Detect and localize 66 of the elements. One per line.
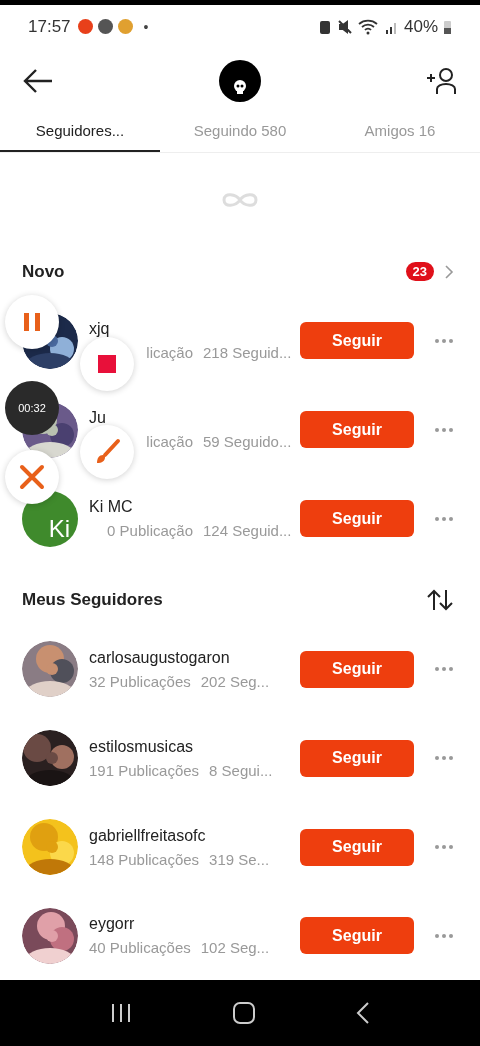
add-friend-icon[interactable] [426,66,458,95]
loading-icon [221,190,259,210]
battery-icon [443,18,452,35]
follow-button[interactable]: Seguir [300,828,414,866]
follower-count: 59 Seguido... [203,433,292,451]
user-name: Ju [89,409,107,428]
follower-count: 319 Se... [209,850,270,868]
user-name: Ki MC [89,498,134,517]
follower-count: 8 Segui... [209,761,273,779]
section-title: Meus Seguidores [22,589,164,610]
app-notification-icon [77,19,93,35]
more-icon[interactable] [434,666,454,673]
user-name: eygorr [89,915,136,934]
more-icon[interactable] [434,515,454,522]
chevron-right-icon[interactable] [444,263,454,280]
tab[interactable]: Seguidores... [0,110,160,153]
notification-dot: • [143,18,149,35]
follow-button[interactable]: Seguir [300,322,414,360]
post-count: licação [145,433,193,451]
more-icon[interactable] [434,844,454,851]
app-notification-icon [117,19,133,35]
follow-button[interactable]: Seguir [300,917,414,955]
recording-timer: 00:32 [5,381,59,435]
brush-button[interactable] [80,425,134,479]
more-icon[interactable] [434,932,454,939]
follow-button[interactable]: Seguir [300,739,414,777]
user-name: xjq [89,320,111,339]
more-icon[interactable] [434,426,454,433]
user-name: estilosmusicas [89,737,195,756]
mute-icon [336,18,353,35]
tab[interactable]: Seguindo 580 [160,110,320,153]
post-count: 0 Publicação [106,522,193,540]
post-count: 191 Publicações [89,761,200,779]
back-nav-icon[interactable] [354,1001,371,1026]
follower-count: 202 Seg... [200,672,270,690]
follower-count: 218 Seguid... [203,344,292,362]
sort-icon[interactable] [426,588,454,611]
stop-icon [97,354,117,374]
more-icon[interactable] [434,755,454,762]
home-icon[interactable] [232,1001,256,1026]
post-count: licação [145,344,193,362]
profile-avatar[interactable] [219,59,261,102]
follow-button[interactable]: Seguir [300,411,414,449]
back-icon[interactable] [22,66,54,95]
follower-count: 124 Seguid... [203,522,292,540]
follow-button[interactable]: Seguir [300,650,414,688]
section-title: Novo [22,261,66,282]
follow-button[interactable]: Seguir [300,500,414,538]
tools-icon [18,463,46,491]
pause-icon [22,312,42,332]
status-time: 17:57 [28,16,71,37]
user-name: carlosaugustogaron [89,648,231,667]
follower-count: 102 Seg... [200,939,270,957]
post-count: 40 Publicações [89,939,191,957]
post-count: 32 Publicações [89,672,191,690]
user-name: gabriellfreitasofc [89,826,207,845]
stop-button[interactable] [80,337,134,391]
tab[interactable]: Amigos 16 [320,110,480,153]
more-icon[interactable] [434,337,454,344]
battery-saver-icon [317,18,332,35]
count-badge: 23 [405,262,434,282]
battery-percent: 40% [403,16,438,37]
tools-button[interactable] [5,450,59,504]
wifi-icon [357,18,380,35]
post-count: 148 Publicações [89,850,200,868]
pause-button[interactable] [5,295,59,349]
